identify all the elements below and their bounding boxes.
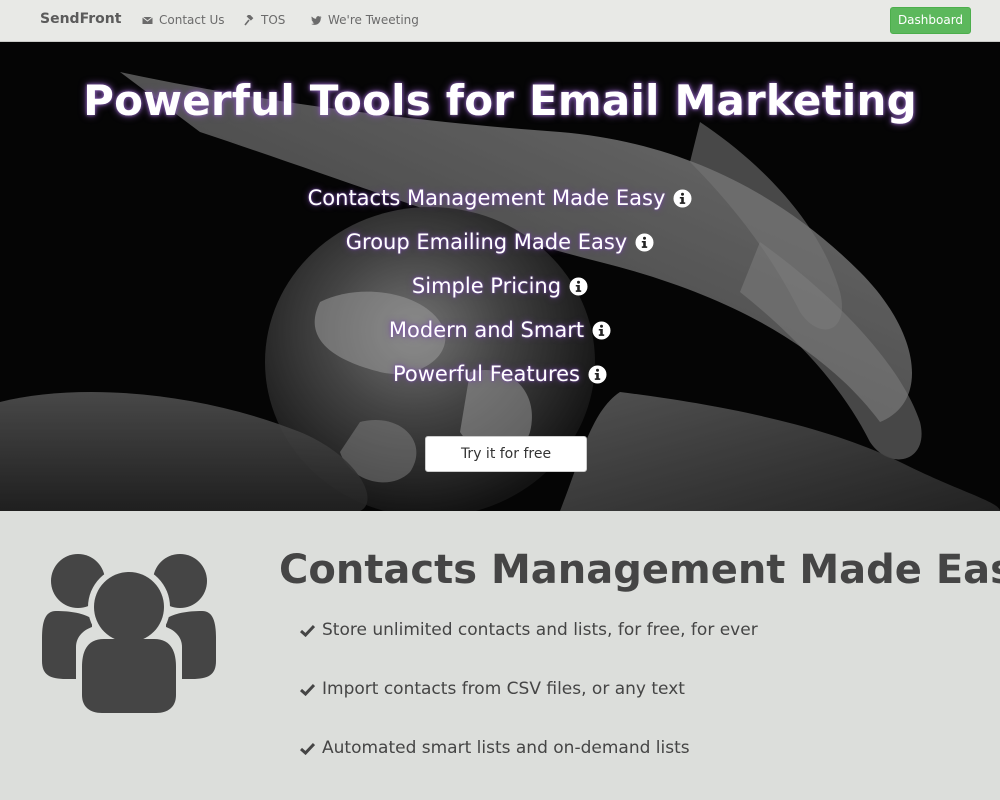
list-item: Import contacts from CSV files, or any t… bbox=[300, 679, 758, 738]
feature-bullet-list: Store unlimited contacts and lists, for … bbox=[300, 620, 758, 797]
hero-feature-item: Modern and Smart bbox=[0, 308, 1000, 352]
bullet-text: Store unlimited contacts and lists, for … bbox=[322, 620, 758, 640]
dashboard-button[interactable]: Dashboard bbox=[890, 7, 971, 34]
info-circle-icon[interactable] bbox=[569, 277, 588, 296]
nav-link-label: Contact Us bbox=[159, 13, 225, 27]
twitter-icon bbox=[311, 15, 322, 26]
hero-feature-item: Simple Pricing bbox=[0, 264, 1000, 308]
contacts-management-section: Contacts Management Made Easy Store unli… bbox=[0, 511, 1000, 800]
nav-link-contact-us[interactable]: Contact Us bbox=[142, 13, 225, 27]
hero-title: Powerful Tools for Email Marketing bbox=[83, 76, 917, 125]
list-item: Store unlimited contacts and lists, for … bbox=[300, 620, 758, 679]
check-icon bbox=[300, 683, 315, 696]
hero-feature-list: Contacts Management Made Easy Group Emai… bbox=[0, 176, 1000, 396]
nav-link-label: TOS bbox=[261, 13, 286, 27]
bullet-text: Automated smart lists and on-demand list… bbox=[322, 738, 690, 758]
hero-banner: Powerful Tools for Email Marketing Conta… bbox=[0, 42, 1000, 511]
check-icon bbox=[300, 742, 315, 755]
list-item: Automated smart lists and on-demand list… bbox=[300, 738, 758, 797]
envelope-icon bbox=[142, 15, 153, 26]
hero-feature-item: Contacts Management Made Easy bbox=[0, 176, 1000, 220]
hero-feature-label: Powerful Features bbox=[392, 362, 580, 386]
hero-feature-label: Modern and Smart bbox=[388, 318, 585, 342]
hero-feature-label: Group Emailing Made Easy bbox=[345, 230, 628, 254]
brand-logo[interactable]: SendFront bbox=[40, 11, 121, 27]
section-title: Contacts Management Made Easy bbox=[279, 547, 1000, 593]
info-circle-icon[interactable] bbox=[592, 321, 611, 340]
nav-link-twitter[interactable]: We're Tweeting bbox=[311, 13, 419, 27]
users-icon bbox=[42, 554, 216, 713]
nav-link-label: We're Tweeting bbox=[328, 13, 419, 27]
try-for-free-button[interactable]: Try it for free bbox=[425, 436, 587, 472]
nav-link-tos[interactable]: TOS bbox=[244, 13, 285, 27]
hero-feature-label: Contacts Management Made Easy bbox=[307, 186, 666, 210]
info-circle-icon[interactable] bbox=[635, 233, 654, 252]
gavel-icon bbox=[244, 13, 255, 26]
top-navbar: SendFront Contact Us TOS We're Tweeting … bbox=[0, 0, 1000, 42]
info-circle-icon[interactable] bbox=[673, 189, 692, 208]
check-icon bbox=[300, 624, 315, 637]
hero-feature-item: Group Emailing Made Easy bbox=[0, 220, 1000, 264]
info-circle-icon[interactable] bbox=[588, 365, 607, 384]
hero-feature-label: Simple Pricing bbox=[411, 274, 562, 298]
bullet-text: Import contacts from CSV files, or any t… bbox=[322, 679, 685, 699]
hero-feature-item: Powerful Features bbox=[0, 352, 1000, 396]
